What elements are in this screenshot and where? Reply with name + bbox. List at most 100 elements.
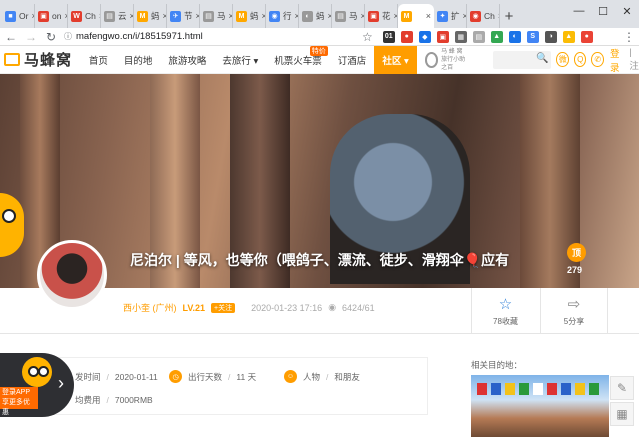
extension-icon[interactable]: ▤ bbox=[472, 30, 485, 43]
browser-tab[interactable]: ▤马× bbox=[200, 4, 233, 28]
upvote-count: 279 bbox=[567, 265, 583, 275]
nav-item[interactable]: 订酒店 bbox=[330, 46, 375, 74]
minimize-icon[interactable]: — bbox=[567, 0, 591, 22]
tab-favicon-icon: ▤ bbox=[104, 10, 115, 22]
tab-title: 蚂 bbox=[250, 11, 259, 21]
nav-item-label: 去旅行 ▾ bbox=[222, 55, 259, 67]
nav-item-label: 首页 bbox=[88, 55, 108, 67]
bookmark-star-icon[interactable]: ☆ bbox=[362, 30, 373, 44]
nav-item[interactable]: 旅游攻略 bbox=[160, 46, 214, 74]
trip-cost-label: 均费用 bbox=[75, 395, 101, 405]
trip-cost: 均费用 / 7000RMB bbox=[75, 395, 153, 405]
extension-icon[interactable]: ● bbox=[580, 30, 593, 43]
new-tab-button[interactable]: + bbox=[500, 4, 518, 28]
browser-tab[interactable]: ✦扩× bbox=[434, 4, 467, 28]
tab-favicon-icon: ✦ bbox=[437, 10, 448, 22]
extension-icon[interactable]: ▦ bbox=[454, 30, 467, 43]
window-controls: — ☐ ✕ bbox=[567, 0, 639, 28]
favorite-button[interactable]: ☆ 78收藏 bbox=[471, 288, 539, 334]
maximize-icon[interactable]: ☐ bbox=[591, 0, 615, 22]
reload-icon[interactable]: ↻ bbox=[44, 30, 58, 44]
browser-tab[interactable]: ▤马× bbox=[332, 4, 365, 28]
browser-tab[interactable]: M蚂× bbox=[233, 4, 266, 28]
post-date: 2020-01-23 17:16 bbox=[251, 302, 323, 313]
browser-tab[interactable]: ▣on× bbox=[35, 4, 68, 28]
nav-item[interactable]: 去旅行 ▾ bbox=[214, 46, 266, 74]
extension-icon[interactable]: S bbox=[526, 30, 539, 43]
tab-favicon-icon: ▤ bbox=[335, 10, 346, 22]
url-text: mafengwo.cn/i/18515971.html bbox=[76, 31, 203, 42]
eye-icon: ◉ bbox=[328, 302, 337, 312]
tab-favicon-icon: ✈ bbox=[170, 10, 181, 22]
trip-days-value: 11 天 bbox=[236, 371, 257, 382]
extension-icon[interactable]: ▲ bbox=[562, 30, 575, 43]
share-button[interactable]: ⇨ 5分享 bbox=[540, 288, 608, 334]
extension-icon[interactable]: ◑ bbox=[544, 30, 557, 43]
logo-mark-icon bbox=[4, 53, 20, 66]
back-icon[interactable]: ← bbox=[4, 30, 18, 44]
favorite-count: 78收藏 bbox=[493, 317, 518, 326]
edit-icon[interactable]: ✎ bbox=[610, 376, 634, 400]
star-icon: ☆ bbox=[498, 296, 513, 313]
browser-tab[interactable]: ■Or× bbox=[2, 4, 35, 28]
extension-icon[interactable]: ◆ bbox=[418, 30, 431, 43]
nav-item[interactable]: 首页 bbox=[81, 46, 116, 74]
side-tools: ✎ ▦ bbox=[610, 376, 634, 426]
tab-favicon-icon: ◉ bbox=[470, 10, 481, 22]
trip-people-value: 和朋友 bbox=[334, 371, 360, 382]
upvote-button[interactable]: 顶 bbox=[567, 243, 586, 262]
close-window-icon[interactable]: ✕ bbox=[615, 0, 639, 22]
login-link[interactable]: 登录 bbox=[610, 46, 625, 74]
weibo-icon[interactable]: 微 bbox=[556, 52, 569, 67]
browser-tab[interactable]: WCh× bbox=[68, 4, 101, 28]
trip-depart-value: 2020-01-11 bbox=[114, 372, 158, 382]
extension-icon[interactable]: ◐ bbox=[508, 30, 521, 43]
browser-tab[interactable]: ◐蚂× bbox=[299, 4, 332, 28]
nav-item[interactable]: 社区 ▾ bbox=[374, 45, 417, 74]
browser-tab[interactable]: ✈节× bbox=[167, 4, 200, 28]
nav-item-label: 社区 ▾ bbox=[382, 55, 409, 67]
register-link[interactable]: |注 bbox=[629, 47, 639, 72]
extension-icon[interactable]: ● bbox=[400, 30, 413, 43]
author-avatar[interactable] bbox=[37, 240, 107, 310]
browser-tab[interactable]: ◉行× bbox=[266, 4, 299, 28]
extension-icon[interactable]: ▲ bbox=[490, 30, 503, 43]
author-level: LV.21 bbox=[182, 302, 206, 313]
nav-item[interactable]: 目的地 bbox=[116, 46, 161, 74]
app-ad-tag: 登录APP 享更多优惠 bbox=[0, 387, 38, 416]
extension-icon[interactable]: 01 bbox=[382, 30, 395, 43]
nav-item[interactable]: 机票火车票 特价 bbox=[266, 45, 330, 74]
browser-menu-icon[interactable]: ⋮ bbox=[623, 30, 635, 44]
search-icon[interactable]: 🔍 bbox=[536, 53, 548, 64]
author-name[interactable]: 西小奎 (广州) bbox=[123, 301, 177, 314]
browser-tab[interactable]: ◉Ch× bbox=[467, 4, 500, 28]
trip-cost-value: 7000RMB bbox=[114, 395, 153, 405]
browser-tab[interactable]: M × bbox=[398, 4, 434, 28]
site-search-input[interactable]: 🔍 bbox=[493, 50, 552, 69]
trip-people-label: 人物 bbox=[303, 371, 321, 382]
chevron-right-icon[interactable]: › bbox=[58, 373, 64, 394]
qq-icon[interactable]: Q bbox=[573, 52, 587, 67]
related-destination-image[interactable] bbox=[471, 375, 609, 437]
article-title: 尼泊尔 | 等风，也等你（喂鸽子、漂流、徒步、滑翔伞🎈应有 bbox=[130, 252, 510, 268]
browser-tab[interactable]: M蚂× bbox=[134, 4, 167, 28]
info-icon[interactable]: ⓘ bbox=[64, 31, 72, 42]
browser-tab[interactable]: ▤云× bbox=[101, 4, 134, 28]
grid-icon[interactable]: ▦ bbox=[610, 402, 634, 426]
app-ad-line: 享更多优惠 bbox=[2, 399, 30, 416]
tab-title: 扩 bbox=[451, 11, 460, 21]
address-bar[interactable]: ⓘ mafengwo.cn/i/18515971.html bbox=[64, 29, 344, 45]
tab-close-icon[interactable]: × bbox=[426, 11, 431, 21]
follow-button[interactable]: +关注 bbox=[211, 302, 236, 313]
browser-tab[interactable]: ▣花× bbox=[365, 4, 398, 28]
extension-icon[interactable]: ▣ bbox=[436, 30, 449, 43]
site-logo[interactable]: 马蜂窝 bbox=[4, 49, 81, 70]
forward-icon[interactable]: → bbox=[24, 30, 38, 44]
tab-favicon-icon: M bbox=[401, 10, 412, 22]
app-download-float[interactable]: 登录APP 享更多优惠 › bbox=[0, 353, 74, 417]
partner-logo[interactable]: 马 蜂 窝 旅行小助之百 bbox=[424, 48, 469, 72]
tab-title: Ch bbox=[484, 11, 495, 21]
wechat-icon[interactable]: ✆ bbox=[591, 52, 604, 67]
calendar-icon: ◷ bbox=[169, 370, 182, 383]
tab-favicon-icon: M bbox=[137, 10, 148, 22]
